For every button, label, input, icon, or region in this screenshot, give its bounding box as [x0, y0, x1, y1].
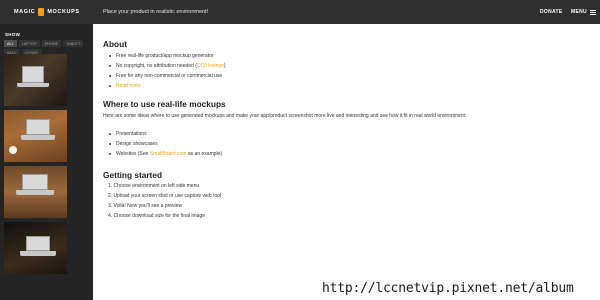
filter-tablet[interactable]: TABLET	[63, 40, 84, 47]
about-list: Free real-life product/app mockup genera…	[108, 51, 226, 91]
list-item: Free real-life product/app mockup genera…	[108, 51, 226, 61]
list-item: Read more	[108, 81, 226, 91]
list-item: Free for any non-commercial or commercia…	[108, 71, 226, 81]
getting-started-title: Getting started	[103, 170, 163, 180]
environment-thumbnail-2[interactable]	[4, 110, 67, 162]
logo[interactable]: MAGIC MOCKUPS	[14, 0, 80, 24]
laptop-base	[17, 83, 49, 87]
laptop-screen	[26, 236, 50, 251]
filter-phone[interactable]: PHONE	[41, 40, 62, 47]
logo-text-magic: MAGIC	[14, 9, 36, 15]
laptop-base	[21, 135, 55, 140]
coffee-cup	[9, 146, 17, 154]
logo-text-mockups: MOCKUPS	[47, 9, 80, 15]
text: No copyright, no attribution needed (	[116, 63, 197, 69]
list-item: Websites (See SmallBoard.com as an examp…	[108, 149, 222, 159]
laptop-base	[20, 251, 56, 256]
list-item: No copyright, no attribution needed (CC0…	[108, 61, 226, 71]
where-paragraph: Here are some ideas where to use generat…	[103, 113, 467, 119]
menu-label: MENU	[571, 9, 587, 15]
list-item: 2. Upload your screen shot or use captur…	[108, 193, 222, 199]
list-item: 1. Choose environment on left side menu	[108, 183, 200, 189]
cc0-license-link[interactable]: CC0 license	[197, 63, 224, 69]
hamburger-icon	[589, 9, 596, 15]
where-title: Where to use real-life mockups	[103, 99, 226, 109]
list-item: 4. Choose download size for the final im…	[108, 213, 206, 219]
getting-started-list: 1. Choose environment on left side menu …	[108, 181, 221, 221]
read-more-link[interactable]: Read more	[116, 83, 141, 89]
about-title: About	[103, 39, 127, 49]
watermark-url: http://lccnetvip.pixnet.net/album	[322, 281, 574, 296]
menu-button[interactable]: MENU	[571, 0, 596, 24]
text: )	[223, 63, 226, 69]
list-item: Presentations	[108, 129, 222, 139]
tagline: Place your product in realistic environm…	[103, 9, 209, 15]
environment-thumbnail-1[interactable]	[4, 54, 67, 106]
text: as an example)	[186, 151, 223, 157]
donate-button[interactable]: DONATE	[540, 0, 563, 24]
top-bar: MAGIC MOCKUPS Place your product in real…	[0, 0, 600, 24]
phone-icon	[38, 8, 45, 16]
list-item: Design showcases	[108, 139, 222, 149]
text: Websites (See	[116, 151, 150, 157]
laptop-base	[16, 190, 54, 195]
where-list: Presentations Design showcases Websites …	[108, 129, 222, 159]
laptop-screen	[26, 119, 50, 135]
show-heading: SHOW	[5, 32, 21, 37]
list-item: 3. Voilà! Now you'll see a preview	[108, 203, 183, 209]
environment-thumbnail-4[interactable]	[4, 222, 67, 274]
filter-all[interactable]: ALL	[4, 40, 17, 47]
smallboard-link[interactable]: SmallBoard.com	[150, 151, 187, 157]
filter-laptop[interactable]: LAPTOP	[18, 40, 40, 47]
laptop-screen	[22, 174, 48, 190]
environment-thumbnail-3[interactable]	[4, 166, 67, 218]
laptop-screen	[22, 66, 44, 83]
